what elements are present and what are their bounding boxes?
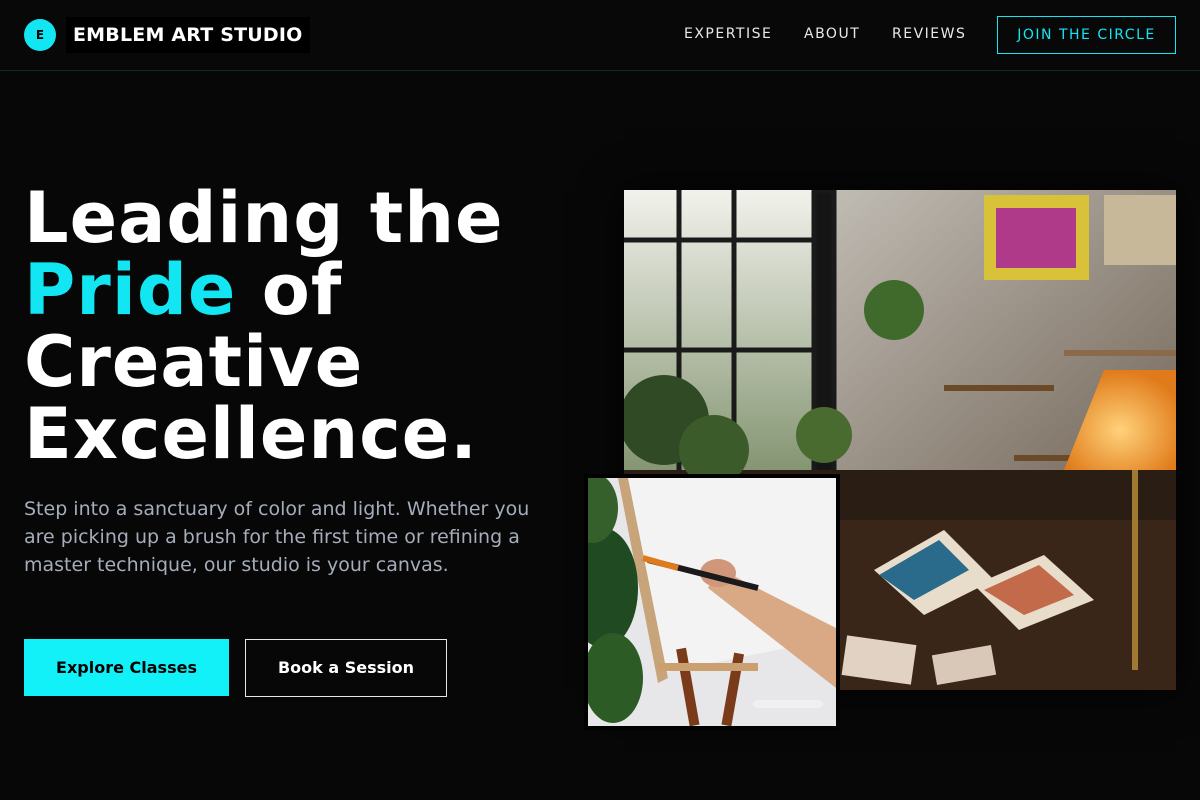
nav-link-reviews[interactable]: REVIEWS	[892, 26, 966, 42]
headline-line-2: Pride of	[24, 254, 504, 326]
brand-name[interactable]: EMBLEM ART STUDIO	[66, 17, 310, 53]
headline-line-1: Leading the	[24, 177, 504, 259]
headline-line-2-rest: of	[236, 249, 343, 331]
painting-photo-art	[588, 478, 836, 726]
nav-link-about[interactable]: ABOUT	[804, 26, 860, 42]
hero-headline: Leading the Pride of Creative Excellence…	[24, 182, 504, 470]
headline-accent-word: Pride	[24, 249, 237, 331]
headline-line-4: Excellence.	[24, 393, 478, 475]
join-circle-button[interactable]: JOIN THE CIRCLE	[997, 16, 1176, 54]
logo-badge[interactable]: E	[24, 19, 56, 51]
painting-photo	[584, 474, 840, 730]
book-session-button[interactable]: Book a Session	[245, 639, 447, 697]
nav-link-expertise[interactable]: EXPERTISE	[684, 26, 772, 42]
site-header: E EMBLEM ART STUDIO EXPERTISE ABOUT REVI…	[0, 0, 1200, 71]
hero-subtitle: Step into a sanctuary of color and light…	[24, 498, 530, 576]
explore-classes-button[interactable]: Explore Classes	[24, 639, 229, 696]
headline-line-3: Creative	[24, 321, 364, 403]
